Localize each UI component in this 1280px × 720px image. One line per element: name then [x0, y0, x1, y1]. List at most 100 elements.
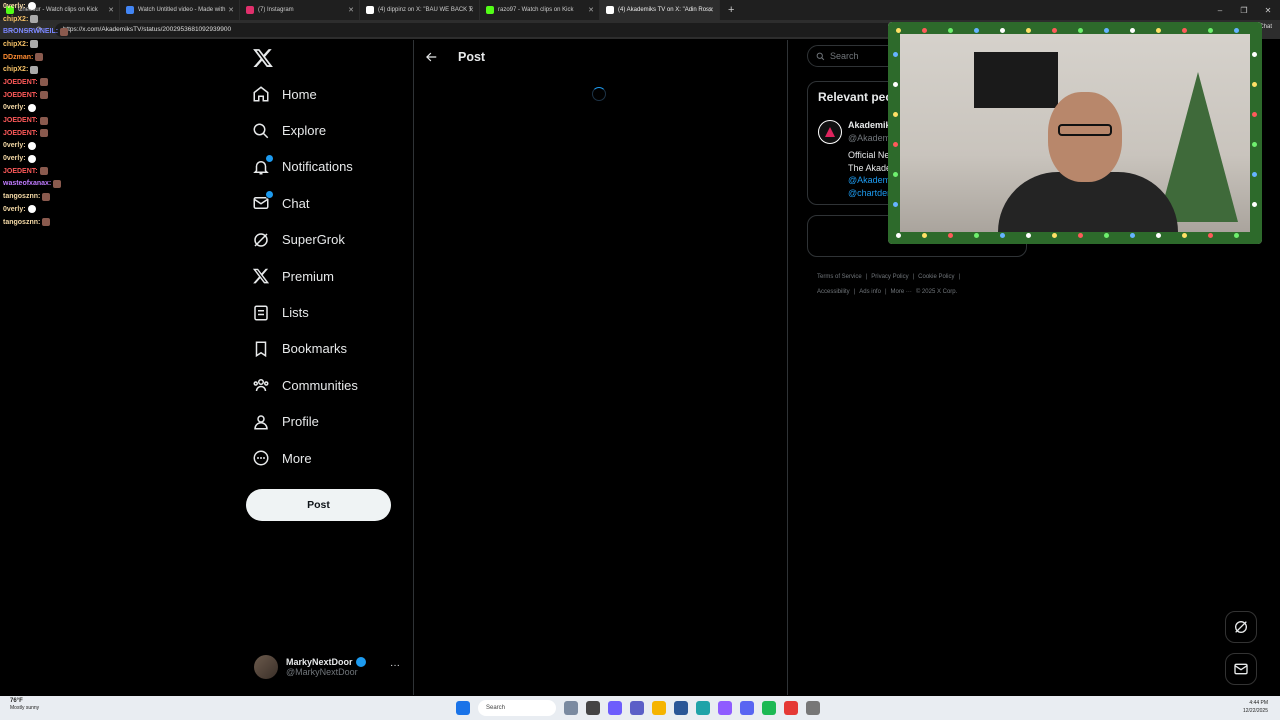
- minimize-button[interactable]: –: [1208, 0, 1232, 20]
- browser-tab[interactable]: (4) dippinz on X: "BAU WE BACK T ✕: [360, 0, 480, 20]
- garland-light: [948, 233, 953, 238]
- chat-username[interactable]: chipX2:: [3, 41, 28, 48]
- footer-link[interactable]: More ···: [891, 289, 912, 295]
- chat-username[interactable]: JOEDENT:: [3, 92, 38, 99]
- app-icon[interactable]: [564, 701, 578, 715]
- chat-username[interactable]: 0verly:: [3, 104, 26, 111]
- weather-widget[interactable]: 76°F Mostly sunny: [10, 698, 39, 712]
- chat-username[interactable]: tangosznn:: [3, 193, 40, 200]
- settings-icon[interactable]: [806, 701, 820, 715]
- chat-username[interactable]: 0verly:: [3, 142, 26, 149]
- chat-username[interactable]: chipX2:: [3, 16, 28, 23]
- browser-tab[interactable]: Watch Untitled video - Made with ✕: [120, 0, 240, 20]
- chat-emote-icon: [30, 15, 39, 24]
- chat-message: chipX2:: [3, 63, 113, 76]
- chat-emote-icon: [30, 40, 39, 49]
- teams-icon[interactable]: [630, 701, 644, 715]
- app-icon[interactable]: [586, 701, 600, 715]
- chat-emote-icon: [39, 129, 48, 138]
- clock-time: 4:44 PM: [1249, 700, 1268, 706]
- system-tray-clock[interactable]: 4:44 PM 12/22/2025: [1243, 699, 1268, 715]
- messages-float-button[interactable]: [1225, 653, 1257, 685]
- tab-close-icon[interactable]: ✕: [228, 6, 234, 14]
- tab-close-icon[interactable]: ✕: [708, 6, 714, 14]
- chat-username[interactable]: 0verly:: [3, 3, 26, 10]
- windows-start-icon[interactable]: [456, 701, 470, 715]
- nav-item-label: SuperGrok: [282, 232, 345, 248]
- taskbar-search[interactable]: Search: [478, 700, 556, 716]
- chat-username[interactable]: 0verly:: [3, 206, 26, 213]
- app-icon[interactable]: [784, 701, 798, 715]
- chat-username[interactable]: JOEDENT:: [3, 168, 38, 175]
- nav-item-chat[interactable]: Chat: [246, 185, 412, 221]
- weather-temp: 76°F: [10, 698, 23, 704]
- maximize-button[interactable]: ❐: [1232, 0, 1256, 20]
- footer-link[interactable]: Privacy Policy: [871, 274, 908, 280]
- chat-username[interactable]: tangosznn:: [3, 219, 40, 226]
- chat-username[interactable]: JOEDENT:: [3, 117, 38, 124]
- browser-tab[interactable]: razo97 - Watch clips on Kick ✕: [480, 0, 600, 20]
- nav-item-supergrok[interactable]: SuperGrok: [246, 222, 412, 258]
- nav-item-notifications[interactable]: Notifications: [246, 149, 412, 185]
- chat-message: tangosznn:: [3, 190, 113, 203]
- nav-item-lists[interactable]: Lists: [246, 294, 412, 330]
- footer-link[interactable]: Accessibility: [817, 289, 850, 295]
- account-switcher[interactable]: MarkyNextDoor @MarkyNextDoor ···: [254, 652, 406, 682]
- back-arrow-icon[interactable]: [424, 50, 438, 64]
- chat-emote-icon: [35, 53, 44, 62]
- footer-link[interactable]: Cookie Policy: [918, 274, 954, 280]
- chat-username[interactable]: DDzman:: [3, 54, 33, 61]
- spotify-icon[interactable]: [762, 701, 776, 715]
- avatar[interactable]: [818, 120, 842, 144]
- chat-message: 0verly:: [3, 0, 113, 13]
- chat-emote-icon: [39, 116, 48, 125]
- chat-username[interactable]: BRONSRWNEIL:: [3, 28, 58, 35]
- garland-light: [1104, 233, 1109, 238]
- garland-light: [1252, 142, 1257, 147]
- chat-username[interactable]: wasteofxanax:: [3, 180, 51, 187]
- footer-link[interactable]: © 2025 X Corp.: [916, 289, 957, 295]
- chat-message: 0verly:: [3, 102, 113, 115]
- close-window-button[interactable]: ✕: [1256, 0, 1280, 20]
- nav-item-premium[interactable]: Premium: [246, 258, 412, 294]
- garland-light: [974, 28, 979, 33]
- nav-item-profile[interactable]: Profile: [246, 404, 412, 440]
- browser-tab[interactable]: (7) Instagram ✕: [240, 0, 360, 20]
- nav-item-communities[interactable]: Communities: [246, 367, 412, 403]
- edge-icon[interactable]: [696, 701, 710, 715]
- browser-tab[interactable]: (4) Akademiks TV on X: "Adin Ross ✕: [600, 0, 720, 20]
- chat-message: 0verly:: [3, 203, 113, 216]
- garland-light: [1156, 28, 1161, 33]
- chat-username[interactable]: chipX2:: [3, 66, 28, 73]
- new-tab-button[interactable]: +: [728, 4, 734, 16]
- app-icon[interactable]: [608, 701, 622, 715]
- app-icon[interactable]: [674, 701, 688, 715]
- folder-icon[interactable]: [652, 701, 666, 715]
- discord-icon[interactable]: [740, 701, 754, 715]
- account-more-icon[interactable]: ···: [390, 660, 400, 671]
- chat-username[interactable]: JOEDENT:: [3, 79, 38, 86]
- chat-emote-icon: [42, 218, 51, 227]
- nav-item-more[interactable]: More: [246, 440, 412, 476]
- tab-close-icon[interactable]: ✕: [468, 6, 474, 14]
- footer-link[interactable]: Terms of Service: [817, 274, 862, 280]
- chat-username[interactable]: 0verly:: [3, 155, 26, 162]
- mail-icon: [252, 190, 274, 212]
- grok-float-button[interactable]: [1225, 611, 1257, 643]
- footer-link[interactable]: Ads info: [859, 289, 881, 295]
- post-button[interactable]: Post: [246, 489, 391, 521]
- nav-item-explore[interactable]: Explore: [246, 112, 412, 148]
- chat-username[interactable]: JOEDENT:: [3, 130, 38, 137]
- nav-item-home[interactable]: Home: [246, 76, 412, 112]
- webcam-overlay: [888, 22, 1262, 244]
- akademiks-logo-icon: [825, 127, 835, 137]
- nav-item-bookmarks[interactable]: Bookmarks: [246, 331, 412, 367]
- app-icon[interactable]: [718, 701, 732, 715]
- x-logo-icon[interactable]: [252, 47, 274, 69]
- url-field[interactable]: https://x.com/AkademiksTV/status/2002953…: [54, 22, 935, 37]
- notification-badge: [265, 153, 274, 163]
- tab-close-icon[interactable]: ✕: [348, 6, 354, 14]
- chat-message: 0verly:: [3, 140, 113, 153]
- tab-label: Watch Untitled video - Made with: [138, 7, 226, 13]
- tab-close-icon[interactable]: ✕: [588, 6, 594, 14]
